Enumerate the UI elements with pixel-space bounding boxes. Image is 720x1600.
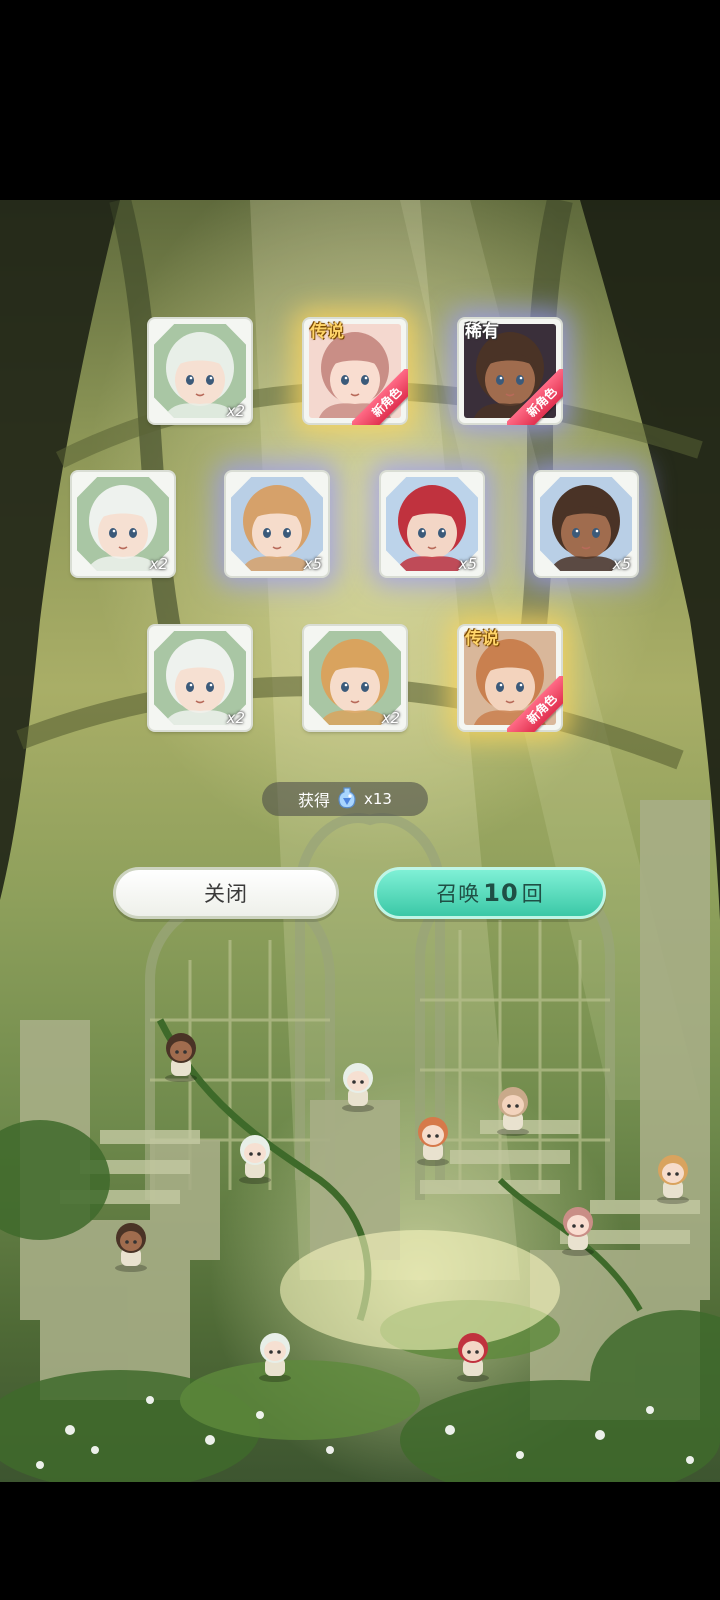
result-card[interactable]: x5 (226, 472, 328, 576)
shard-quantity: x2 (226, 709, 245, 727)
chibi-character[interactable] (410, 1112, 456, 1166)
shard-quantity: x5 (303, 555, 322, 573)
shard-quantity: x5 (612, 555, 631, 573)
chibi-character[interactable] (252, 1328, 298, 1382)
result-card[interactable]: x2 (72, 472, 174, 576)
shard-quantity: x2 (226, 402, 245, 420)
result-card[interactable]: 稀有新角色 (459, 319, 563, 425)
result-card[interactable]: x2 (149, 319, 251, 423)
gem-bottle-icon (338, 787, 356, 809)
chibi-character[interactable] (555, 1202, 601, 1256)
new-character-ribbon: 新角色 (507, 676, 563, 732)
device-screen: x2 传说 新角色 稀有 新角色 x2 x5 x5 x5 x2 x2 传说 新角… (0, 0, 720, 1600)
rarity-label: 传说 (310, 322, 344, 342)
close-button[interactable]: 关闭 (113, 867, 339, 919)
shard-quantity: x5 (458, 555, 477, 573)
result-card[interactable]: 传说新角色 (459, 626, 563, 732)
new-character-label: 新角色 (507, 676, 563, 732)
chibi-character[interactable] (108, 1218, 154, 1272)
new-character-label: 新角色 (352, 369, 408, 425)
rarity-label: 传说 (465, 629, 499, 649)
result-card[interactable]: x2 (149, 626, 251, 730)
summon-prefix: 召唤 (436, 882, 481, 906)
result-card[interactable]: x5 (381, 472, 483, 576)
new-character-ribbon: 新角色 (352, 369, 408, 425)
chibi-character[interactable] (335, 1058, 381, 1112)
summon-result-scene: x2 传说 新角色 稀有 新角色 x2 x5 x5 x5 x2 x2 传说 新角… (0, 200, 720, 1482)
chibi-character[interactable] (490, 1082, 536, 1136)
summon-suffix: 回 (521, 882, 544, 906)
chibi-character[interactable] (650, 1150, 696, 1204)
new-character-label: 新角色 (507, 369, 563, 425)
chibi-character[interactable] (232, 1130, 278, 1184)
chibi-character[interactable] (450, 1328, 496, 1382)
shard-quantity: x2 (149, 555, 168, 573)
result-card[interactable]: x5 (535, 472, 637, 576)
obtain-label: 获得 (298, 791, 331, 810)
summon-count: 10 (483, 879, 519, 907)
close-button-label: 关闭 (204, 882, 248, 906)
chibi-character[interactable] (158, 1028, 204, 1082)
summon-10-button[interactable]: 召唤 10 回 (374, 867, 606, 919)
result-card[interactable]: x2 (304, 626, 406, 730)
obtain-summary: 获得 x13 (262, 782, 428, 816)
obtain-count: x13 (364, 790, 392, 808)
rarity-label: 稀有 (465, 322, 499, 342)
shard-quantity: x2 (381, 709, 400, 727)
result-card[interactable]: 传说新角色 (304, 319, 408, 425)
new-character-ribbon: 新角色 (507, 369, 563, 425)
